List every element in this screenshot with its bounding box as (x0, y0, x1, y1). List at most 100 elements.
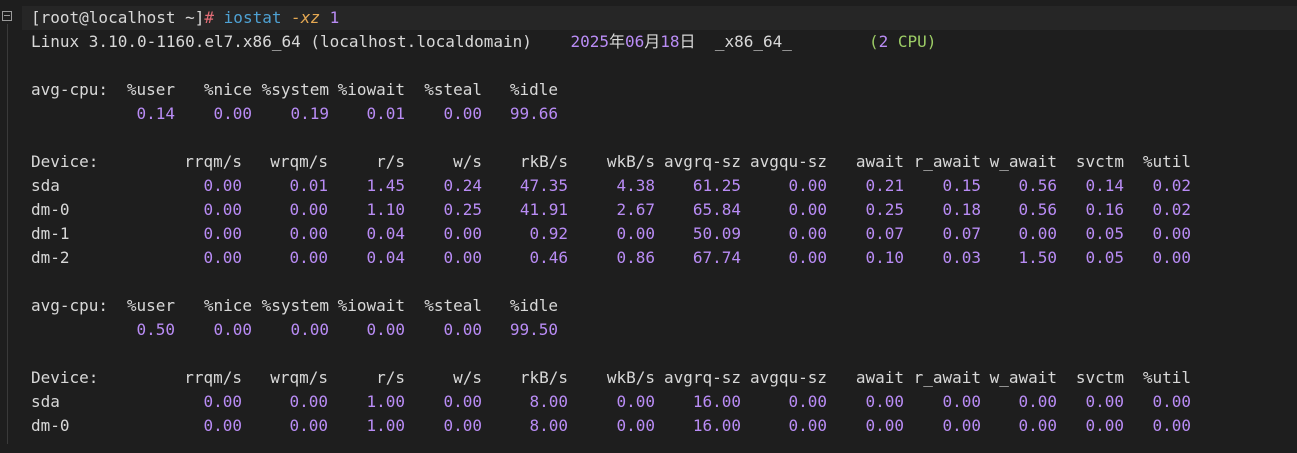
device-metric: 0.00 (942, 392, 981, 411)
device-header: Device: rrqm/s wrqm/s r/s w/s rkB/s wkB/s avgrq… (31, 366, 1231, 390)
device-metric: 0.00 (289, 416, 328, 435)
device-metric: 0.04 (366, 224, 405, 243)
device-column-header: wrqm/s (270, 368, 328, 387)
device-metric: 0.46 (529, 248, 568, 267)
device-metric: 0.00 (289, 392, 328, 411)
device-metric: 0.00 (1152, 224, 1191, 243)
device-metric: 0.25 (443, 200, 482, 219)
device-metric: 0.18 (942, 200, 981, 219)
device-metric: 41.91 (519, 200, 568, 219)
device-name: dm-0 (31, 200, 70, 219)
device-metric: 0.05 (1085, 224, 1124, 243)
device-metric: 0.02 (1152, 200, 1191, 219)
device-column-header: w/s (453, 368, 482, 387)
device-column-header: wrqm/s (270, 152, 328, 171)
cpu-column-header: %user (126, 80, 175, 99)
device-column-header: svctm (1075, 368, 1124, 387)
system-info-line: Linux 3.10.0-1160.el7.x86_64 (localhost.… (31, 30, 936, 54)
cpu-column-header: %user (126, 296, 175, 315)
device-column-header: %util (1142, 152, 1191, 171)
device-column-header: rrqm/s (184, 368, 242, 387)
fold-collapse-icon[interactable] (2, 11, 12, 21)
device-metric: 0.00 (942, 416, 981, 435)
avg-cpu-header: avg-cpu: %user %nice %system %iowait %steal %i… (31, 78, 1231, 102)
cpu-column-header: %idle (509, 80, 558, 99)
device-metric: 0.00 (865, 416, 904, 435)
device-metric: 1.10 (366, 200, 405, 219)
device-name: dm-0 (31, 416, 70, 435)
device-metric: 0.07 (865, 224, 904, 243)
device-column-header: r/s (376, 152, 405, 171)
device-column-header: r_await (913, 368, 981, 387)
device-metric: 0.00 (788, 392, 827, 411)
device-metric: 0.10 (865, 248, 904, 267)
device-metric: 1.50 (1018, 248, 1057, 267)
device-metric: 0.00 (443, 224, 482, 243)
device-metric: 67.74 (692, 248, 741, 267)
kernel-info: Linux 3.10.0-1160.el7.x86_64 (localhost.… (31, 32, 532, 51)
avg-cpu-label: avg-cpu: (31, 80, 109, 99)
device-metric: 0.00 (203, 416, 242, 435)
device-label: Device: (31, 368, 99, 387)
cpu-column-header: %iowait (337, 296, 405, 315)
device-name: dm-2 (31, 248, 70, 267)
device-metric: 0.92 (529, 224, 568, 243)
cpu-value: 0.00 (366, 320, 405, 339)
device-metric: 0.00 (203, 248, 242, 267)
device-label: Device: (31, 152, 99, 171)
device-column-header: rkB/s (519, 368, 568, 387)
device-metric: 0.07 (942, 224, 981, 243)
device-metric: 0.00 (1018, 224, 1057, 243)
cpu-count: 2 (878, 32, 889, 51)
device-name: sda (31, 392, 60, 411)
device-metric: 0.04 (366, 248, 405, 267)
device-column-header: w_await (989, 368, 1057, 387)
device-column-header: rrqm/s (184, 152, 242, 171)
avg-cpu-values: 0.14 0.00 0.19 0.01 0.00 99.66 (31, 102, 1231, 126)
device-metric: 0.00 (289, 224, 328, 243)
device-metric: 0.00 (788, 248, 827, 267)
device-metric: 47.35 (519, 176, 568, 195)
device-metric: 0.03 (942, 248, 981, 267)
device-metric: 0.00 (203, 200, 242, 219)
cpu-column-header: %nice (203, 296, 252, 315)
device-metric: 0.24 (443, 176, 482, 195)
device-column-header: rkB/s (519, 152, 568, 171)
device-metric: 0.00 (616, 392, 655, 411)
command-prompt-line[interactable]: [root@localhost ~]# iostat -xz 1 (31, 6, 339, 30)
device-column-header: wkB/s (606, 152, 655, 171)
device-metric: 0.05 (1085, 248, 1124, 267)
device-metric: 0.00 (616, 224, 655, 243)
device-row: dm-2 0.00 0.00 0.04 0.00 0.46 0.86 67.74 0.00 0.1… (31, 246, 1231, 270)
cpu-value: 0.01 (366, 104, 405, 123)
device-column-header: await (855, 152, 904, 171)
device-column-header: await (855, 368, 904, 387)
device-column-header: avgrq-sz (663, 368, 741, 387)
device-metric: 0.00 (1085, 392, 1124, 411)
cpu-value: 99.50 (509, 320, 558, 339)
command-interval: 1 (329, 8, 340, 27)
editor-gutter (0, 0, 22, 453)
device-row: dm-0 0.00 0.00 1.10 0.25 41.91 2.67 65.84 0.00 0.… (31, 198, 1231, 222)
cpu-value: 0.00 (213, 104, 252, 123)
device-metric: 1.00 (366, 416, 405, 435)
device-metric: 0.00 (1018, 416, 1057, 435)
cpu-value: 0.00 (443, 320, 482, 339)
device-column-header: svctm (1075, 152, 1124, 171)
date-month: 06 (624, 32, 645, 51)
device-metric: 0.00 (788, 224, 827, 243)
device-column-header: avgqu-sz (749, 368, 827, 387)
device-name: sda (31, 176, 60, 195)
indent-guide (7, 24, 8, 444)
device-metric: 16.00 (692, 392, 741, 411)
device-metric: 0.00 (203, 176, 242, 195)
cpu-open: ( (868, 32, 879, 51)
device-metric: 0.16 (1085, 200, 1124, 219)
avg-cpu-header: avg-cpu: %user %nice %system %iowait %steal %i… (31, 294, 1231, 318)
device-metric: 0.00 (1085, 416, 1124, 435)
device-column-header: wkB/s (606, 368, 655, 387)
cpu-label: CPU) (888, 32, 937, 51)
command-name: iostat (223, 8, 282, 27)
device-metric: 65.84 (692, 200, 741, 219)
device-name: dm-1 (31, 224, 70, 243)
